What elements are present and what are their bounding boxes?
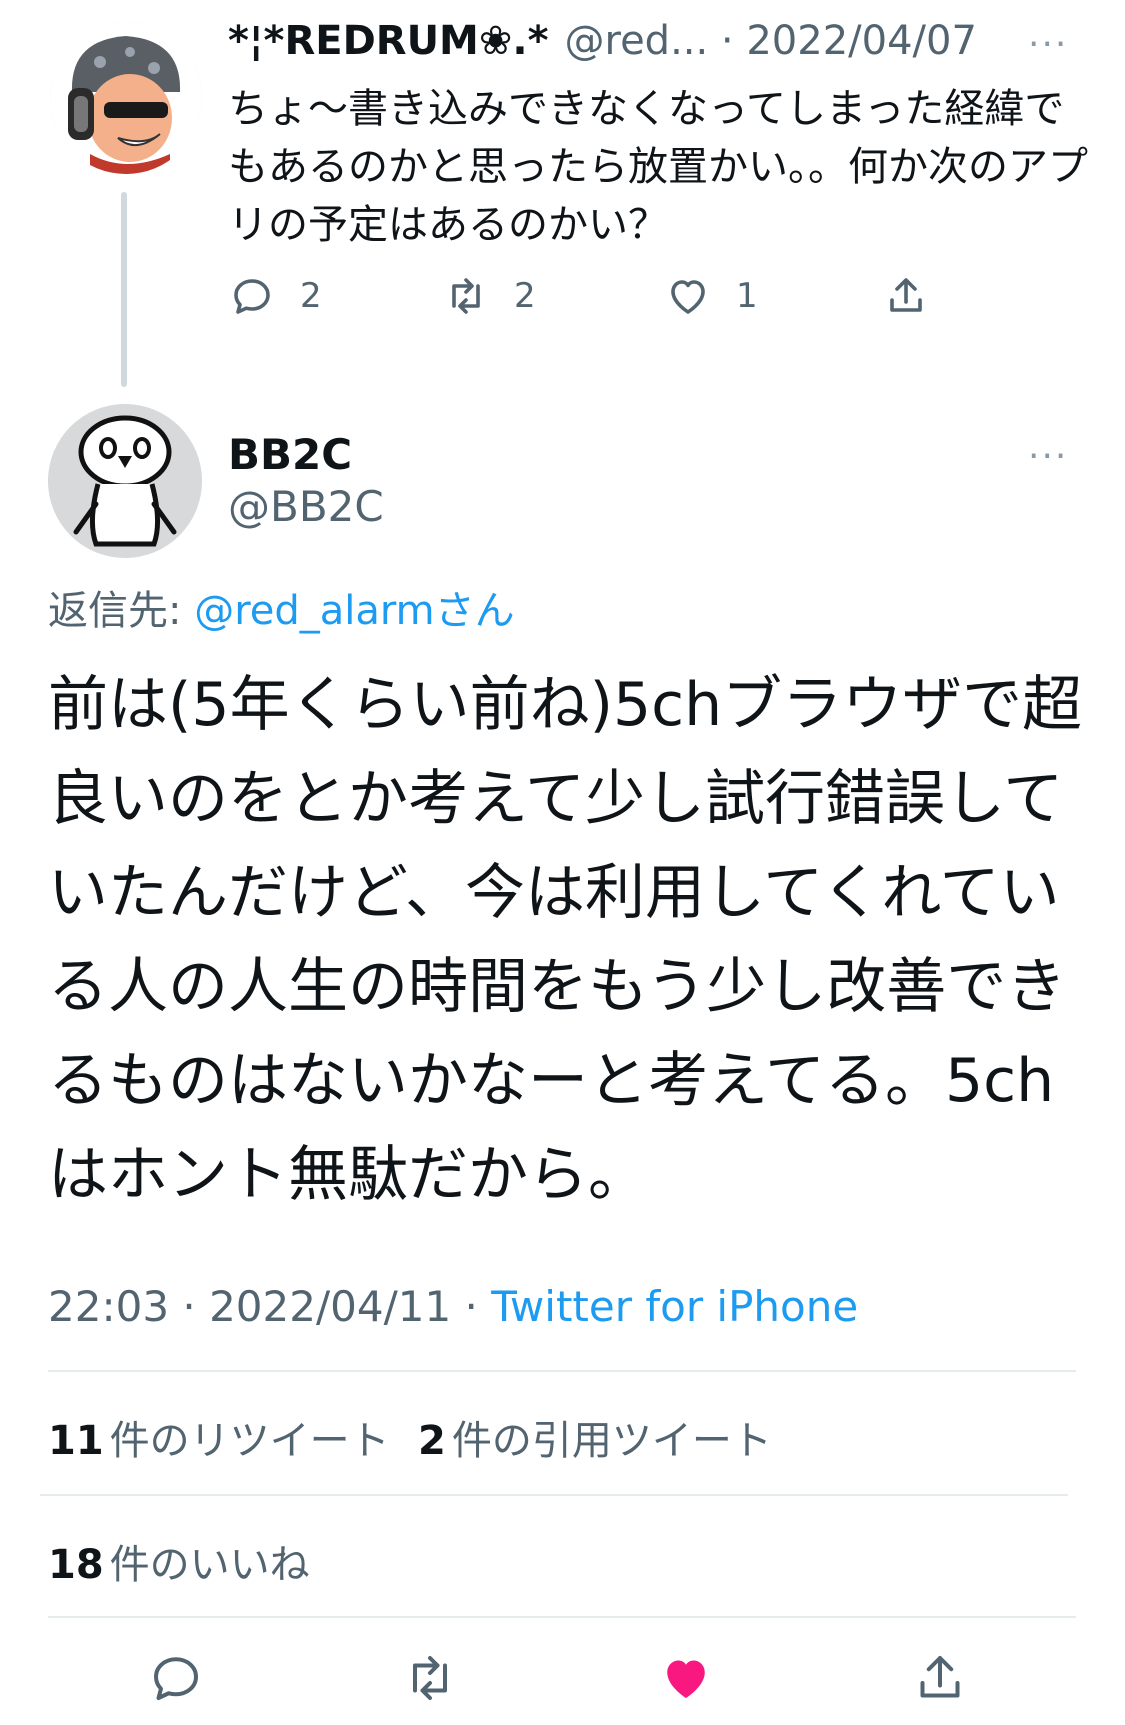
tweet-timestamp: 22:03 · 2022/04/11 · Twitter for iPhone xyxy=(48,1282,858,1331)
retweets-stat[interactable]: 11 件のリツイート xyxy=(48,1408,390,1466)
likes-count: 18 xyxy=(48,1542,104,1588)
share-icon xyxy=(890,278,922,312)
reply-action[interactable]: 2 xyxy=(228,272,322,320)
retweet-action[interactable]: 2 xyxy=(442,272,536,320)
likes-label: 件のいいね xyxy=(109,1542,310,1588)
main-tweet-text: 前は(5年くらい前ね)5chブラウザで超良いのをとか考えて少し試行錯誤していたん… xyxy=(48,670,1083,1210)
more-options-icon[interactable]: ··· xyxy=(1028,24,1068,65)
replying-prefix: 返信先: xyxy=(48,588,195,634)
reply-icon xyxy=(234,279,270,314)
tweet-source-link[interactable]: Twitter for iPhone xyxy=(491,1282,858,1331)
replying-to-link[interactable]: @red_alarm xyxy=(194,588,434,634)
tweet-time-date: 22:03 · 2022/04/11 · xyxy=(48,1282,492,1331)
reply-count: 2 xyxy=(300,276,322,316)
retweet-button[interactable] xyxy=(400,1648,460,1712)
reply-handle-date[interactable]: @red... · 2022/04/07 xyxy=(565,18,977,64)
reply-button[interactable] xyxy=(146,1648,206,1712)
divider xyxy=(40,1494,1068,1496)
retweet-count: 2 xyxy=(514,276,536,316)
reply-tweet-header: *¦*REDRUM❀.* @red... · 2022/04/07 xyxy=(228,18,977,64)
likes-stat[interactable]: 18 件のいいね xyxy=(48,1532,310,1590)
divider xyxy=(48,1616,1076,1618)
replying-suffix: さん xyxy=(434,588,515,634)
retweets-count: 11 xyxy=(48,1418,104,1464)
thread-connector-line xyxy=(121,192,127,387)
quotes-label: 件の引用ツイート xyxy=(451,1418,772,1464)
reply-tweet-text: ちょ〜書き込みできなくなってしまった経緯でもあるのかと思ったら放置かい。。何か次… xyxy=(228,86,1088,248)
retweet-icon xyxy=(452,278,480,314)
share-action[interactable] xyxy=(882,272,954,320)
like-icon xyxy=(671,280,705,314)
like-action[interactable]: 1 xyxy=(664,272,758,320)
divider xyxy=(48,1370,1076,1372)
like-icon xyxy=(667,1660,705,1698)
main-author-name[interactable]: BB2C xyxy=(228,430,352,479)
share-icon xyxy=(920,1656,960,1698)
like-button[interactable] xyxy=(656,1648,716,1712)
replying-to-line: 返信先: @red_alarmさん xyxy=(48,578,515,636)
retweets-label: 件のリツイート xyxy=(109,1418,390,1464)
like-count: 1 xyxy=(736,276,758,316)
quotes-count: 2 xyxy=(418,1418,446,1464)
more-options-icon[interactable]: ··· xyxy=(1028,436,1068,477)
retweet-icon xyxy=(413,1656,447,1700)
share-button[interactable] xyxy=(910,1648,970,1712)
reply-author-name[interactable]: *¦*REDRUM❀.* xyxy=(228,18,549,64)
avatar-redrum[interactable] xyxy=(50,22,202,174)
reply-icon xyxy=(154,1657,198,1700)
quotes-stat[interactable]: 2 件の引用ツイート xyxy=(418,1408,772,1466)
main-author-handle[interactable]: @BB2C xyxy=(228,482,384,531)
avatar-bb2c[interactable] xyxy=(48,404,202,558)
